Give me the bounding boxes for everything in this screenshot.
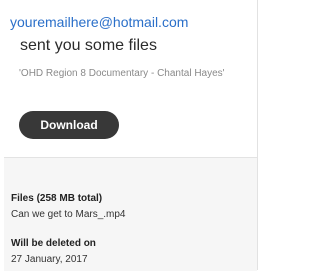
- files-heading: Files (258 MB total): [11, 193, 103, 204]
- expiry-heading: Will be deleted on: [11, 238, 96, 249]
- file-name: Can we get to Mars_.mp4: [11, 209, 126, 220]
- expiry-date: 27 January, 2017: [11, 254, 88, 265]
- headline: sent you some files: [20, 37, 157, 54]
- transfer-card: youremailhere@hotmail.com sent you some …: [4, 0, 258, 271]
- sender-email[interactable]: youremailhere@hotmail.com: [10, 14, 188, 30]
- download-button[interactable]: Download: [19, 111, 119, 139]
- transfer-title: 'OHD Region 8 Documentary - Chantal Haye…: [19, 68, 225, 79]
- transfer-details-panel: Files (258 MB total) Can we get to Mars_…: [4, 157, 257, 271]
